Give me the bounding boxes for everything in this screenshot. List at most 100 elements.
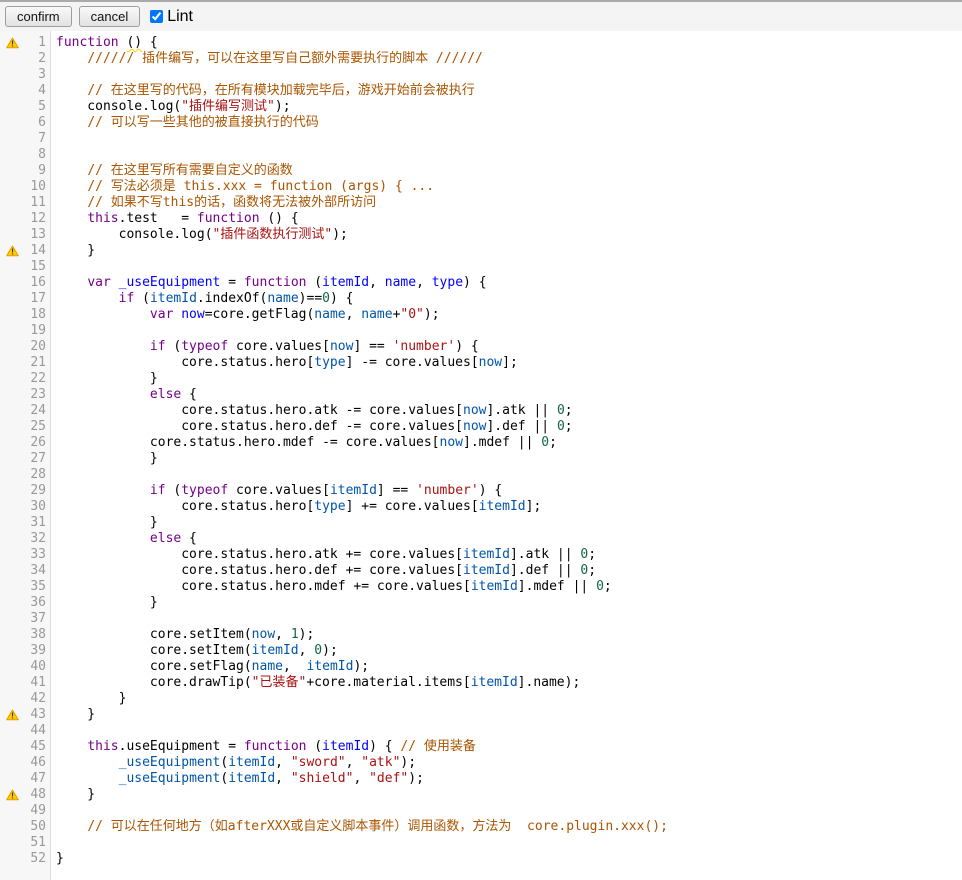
code-line[interactable]: 21 core.status.hero[type] -= core.values…: [0, 355, 962, 371]
lint-marker-slot: [0, 739, 22, 755]
lint-marker-slot: [0, 819, 22, 835]
code-line[interactable]: 41 core.drawTip("已装备"+core.material.item…: [0, 675, 962, 691]
code-line[interactable]: 2 ////// 插件编写，可以在这里写自己额外需要执行的脚本 //////: [0, 51, 962, 67]
lint-marker-slot: [0, 307, 22, 323]
code-text: [50, 131, 56, 147]
line-number: 25: [22, 419, 50, 435]
code-line[interactable]: 39 core.setItem(itemId, 0);: [0, 643, 962, 659]
code-line[interactable]: 12 this.test = function () {: [0, 211, 962, 227]
code-line[interactable]: 5 console.log("插件编写测试");: [0, 99, 962, 115]
confirm-button[interactable]: confirm: [5, 6, 72, 27]
lint-marker-slot: [0, 851, 22, 867]
code-line[interactable]: 22 }: [0, 371, 962, 387]
code-line[interactable]: !43 }: [0, 707, 962, 723]
lint-checkbox[interactable]: [150, 10, 163, 23]
code-text: function () {: [50, 35, 158, 51]
lint-marker-slot: [0, 259, 22, 275]
line-number: 13: [22, 227, 50, 243]
lint-marker-slot: [0, 419, 22, 435]
line-number: 52: [22, 851, 50, 867]
code-line[interactable]: 46 _useEquipment(itemId, "sword", "atk")…: [0, 755, 962, 771]
code-line[interactable]: !14 }: [0, 243, 962, 259]
code-line[interactable]: 34 core.status.hero.def += core.values[i…: [0, 563, 962, 579]
lint-warning-icon[interactable]: !: [0, 35, 22, 51]
code-line[interactable]: 49: [0, 803, 962, 819]
lint-marker-slot: [0, 515, 22, 531]
code-editor[interactable]: !1function () {2 ////// 插件编写，可以在这里写自己额外需…: [0, 31, 962, 880]
code-line[interactable]: 19: [0, 323, 962, 339]
code-line[interactable]: !48 }: [0, 787, 962, 803]
code-line[interactable]: 10 // 写法必须是 this.xxx = function (args) {…: [0, 179, 962, 195]
code-line[interactable]: 51: [0, 835, 962, 851]
code-line[interactable]: 52}: [0, 851, 962, 867]
code-text: }: [50, 371, 158, 387]
lint-marker-slot: [0, 627, 22, 643]
code-line[interactable]: 25 core.status.hero.def -= core.values[n…: [0, 419, 962, 435]
line-number: 44: [22, 723, 50, 739]
code-line[interactable]: 44: [0, 723, 962, 739]
code-line[interactable]: 11 // 如果不写this的话，函数将无法被外部所访问: [0, 195, 962, 211]
lint-marker-slot: [0, 291, 22, 307]
code-line[interactable]: 9 // 在这里写所有需要自定义的函数: [0, 163, 962, 179]
code-text: else {: [50, 387, 197, 403]
code-line[interactable]: 47 _useEquipment(itemId, "shield", "def"…: [0, 771, 962, 787]
code-line[interactable]: 50 // 可以在任何地方（如afterXXX或自定义脚本事件）调用函数，方法为…: [0, 819, 962, 835]
code-line[interactable]: 17 if (itemId.indexOf(name)==0) {: [0, 291, 962, 307]
code-text: // 写法必须是 this.xxx = function (args) { ..…: [50, 179, 434, 195]
code-line[interactable]: 35 core.status.hero.mdef += core.values[…: [0, 579, 962, 595]
line-number: 31: [22, 515, 50, 531]
code-text: console.log("插件函数执行测试");: [50, 227, 348, 243]
code-line[interactable]: 6 // 可以写一些其他的被直接执行的代码: [0, 115, 962, 131]
code-line[interactable]: 24 core.status.hero.atk -= core.values[n…: [0, 403, 962, 419]
lint-marker-slot: [0, 483, 22, 499]
code-line[interactable]: 20 if (typeof core.values[now] == 'numbe…: [0, 339, 962, 355]
lint-marker-slot: [0, 195, 22, 211]
lint-marker-slot: [0, 179, 22, 195]
code-text: core.status.hero.mdef -= core.values[now…: [50, 435, 557, 451]
code-line[interactable]: 45 this.useEquipment = function (itemId)…: [0, 739, 962, 755]
code-line[interactable]: 16 var _useEquipment = function (itemId,…: [0, 275, 962, 291]
line-number: 30: [22, 499, 50, 515]
code-line[interactable]: 40 core.setFlag(name, itemId);: [0, 659, 962, 675]
code-line[interactable]: 29 if (typeof core.values[itemId] == 'nu…: [0, 483, 962, 499]
cancel-button[interactable]: cancel: [79, 6, 141, 27]
code-line[interactable]: 8: [0, 147, 962, 163]
code-line[interactable]: 18 var now=core.getFlag(name, name+"0");: [0, 307, 962, 323]
lint-warning-icon[interactable]: !: [0, 787, 22, 803]
code-line[interactable]: !1function () {: [0, 35, 962, 51]
code-line[interactable]: 26 core.status.hero.mdef -= core.values[…: [0, 435, 962, 451]
code-line[interactable]: 28: [0, 467, 962, 483]
lint-marker-slot: [0, 611, 22, 627]
code-line[interactable]: 30 core.status.hero[type] += core.values…: [0, 499, 962, 515]
line-number: 2: [22, 51, 50, 67]
svg-text:!: !: [11, 247, 14, 257]
code-line[interactable]: 37: [0, 611, 962, 627]
code-line[interactable]: 7: [0, 131, 962, 147]
code-line[interactable]: 36 }: [0, 595, 962, 611]
line-number: 26: [22, 435, 50, 451]
code-line[interactable]: 3: [0, 67, 962, 83]
code-line[interactable]: 31 }: [0, 515, 962, 531]
line-number: 6: [22, 115, 50, 131]
line-number: 41: [22, 675, 50, 691]
lint-warning-icon[interactable]: !: [0, 243, 22, 259]
code-text: }: [50, 787, 95, 803]
code-line[interactable]: 42 }: [0, 691, 962, 707]
code-line[interactable]: 4 // 在这里写的代码，在所有模块加载完毕后，游戏开始前会被执行: [0, 83, 962, 99]
code-line[interactable]: 33 core.status.hero.atk += core.values[i…: [0, 547, 962, 563]
lint-warning-icon[interactable]: !: [0, 707, 22, 723]
code-line[interactable]: 13 console.log("插件函数执行测试");: [0, 227, 962, 243]
code-text: [50, 67, 56, 83]
code-line[interactable]: 15: [0, 259, 962, 275]
line-number: 49: [22, 803, 50, 819]
line-number: 10: [22, 179, 50, 195]
lint-marker-slot: [0, 659, 22, 675]
lint-marker-slot: [0, 435, 22, 451]
code-line[interactable]: 32 else {: [0, 531, 962, 547]
line-number: 15: [22, 259, 50, 275]
code-line[interactable]: 38 core.setItem(now, 1);: [0, 627, 962, 643]
code-line[interactable]: 23 else {: [0, 387, 962, 403]
line-number: 7: [22, 131, 50, 147]
lint-marker-slot: [0, 275, 22, 291]
code-line[interactable]: 27 }: [0, 451, 962, 467]
